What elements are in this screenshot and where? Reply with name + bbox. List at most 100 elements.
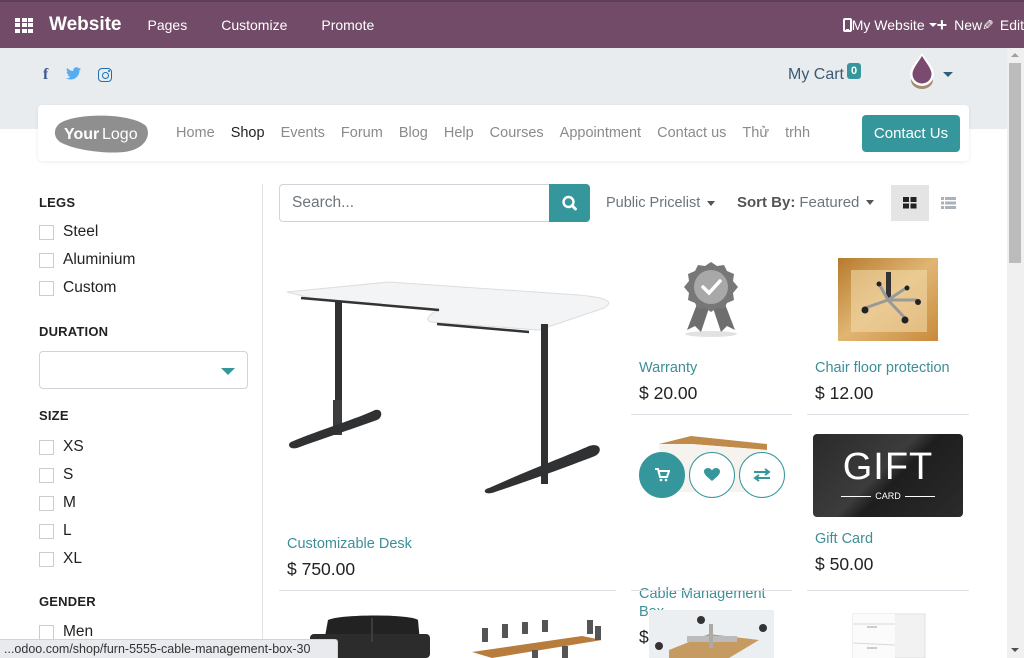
filter-size: SIZE XS S M L XL [39, 408, 84, 573]
site-logo[interactable]: Your Logo [54, 114, 150, 153]
filter-option-label: S [63, 466, 74, 483]
nav-link-forum[interactable]: Forum [341, 125, 383, 141]
nav-link-home[interactable]: Home [176, 125, 215, 141]
instagram-icon[interactable] [98, 68, 113, 82]
add-to-wishlist-button[interactable] [689, 452, 735, 498]
nav-link-courses[interactable]: Courses [490, 125, 544, 141]
product-card[interactable] [462, 618, 612, 658]
filter-option[interactable]: S [39, 461, 84, 489]
add-to-cart-button[interactable] [639, 452, 685, 498]
search-button[interactable] [549, 184, 590, 222]
product-name[interactable]: Gift Card [815, 530, 963, 548]
nav-link-appointment[interactable]: Appointment [560, 125, 641, 141]
nav-link-trhh[interactable]: trhh [785, 125, 810, 141]
sort-dropdown[interactable]: Sort By: Featured [737, 194, 875, 211]
scroll-thumb[interactable] [1009, 63, 1021, 263]
my-cart-link[interactable]: My Cart 0 [788, 63, 862, 84]
contact-us-button[interactable]: Contact Us [862, 115, 960, 152]
compare-arrows-icon [753, 468, 771, 482]
checkbox[interactable] [39, 252, 54, 268]
product-card[interactable]: GIFT CARD Gift Card $ 50.00 [813, 434, 963, 575]
apps-grid-icon[interactable] [15, 15, 35, 35]
filter-title: SIZE [39, 408, 69, 423]
product-card[interactable]: Warranty $ 20.00 [631, 258, 791, 404]
product-image[interactable] [462, 618, 612, 658]
filter-option[interactable]: XS [39, 433, 84, 461]
product-card[interactable] [649, 610, 774, 658]
twitter-icon[interactable] [66, 67, 82, 83]
scroll-up-arrow-icon[interactable] [1011, 53, 1019, 57]
filter-option[interactable]: M [39, 489, 84, 517]
pricelist-dropdown[interactable]: Public Pricelist [606, 195, 716, 211]
logo-text-bold: Your [64, 126, 99, 143]
app-title[interactable]: Website [49, 14, 122, 36]
grid-view-icon [903, 197, 917, 209]
chevron-down-icon [707, 200, 716, 206]
product-image[interactable] [631, 258, 791, 340]
nav-links: Home Shop Events Forum Blog Help Courses Appoin… [176, 125, 826, 141]
new-button[interactable]: + New [937, 16, 983, 34]
checkbox[interactable] [39, 439, 54, 455]
menu-pages[interactable]: Pages [148, 17, 188, 33]
filter-legs: LEGS Steel Aluminium Custom [39, 195, 135, 302]
edit-button[interactable]: ✎ Edit [982, 17, 1024, 34]
menu-promote[interactable]: Promote [321, 17, 374, 33]
checkbox[interactable] [39, 224, 54, 240]
filter-option-label: XS [63, 438, 84, 455]
product-name[interactable]: Warranty [639, 359, 791, 377]
product-card[interactable] [849, 612, 927, 658]
checkbox[interactable] [39, 523, 54, 539]
user-avatar[interactable] [906, 52, 938, 90]
website-selector[interactable]: My Website [852, 17, 937, 33]
filter-option-label: M [63, 494, 76, 511]
compare-button[interactable] [739, 452, 785, 498]
nav-link-contact-us[interactable]: Contact us [657, 125, 726, 141]
product-card[interactable]: Chair floor protection $ 12.00 [807, 258, 967, 404]
duration-select[interactable] [39, 351, 248, 389]
product-price: $ 50.00 [815, 554, 874, 574]
filter-option[interactable]: XL [39, 545, 84, 573]
nav-link-events[interactable]: Events [281, 125, 325, 141]
product-image[interactable] [279, 250, 619, 510]
pencil-icon: ✎ [982, 16, 994, 33]
checkbox[interactable] [39, 467, 54, 483]
checkbox[interactable] [39, 280, 54, 296]
chevron-down-icon[interactable] [943, 72, 953, 77]
filter-option[interactable]: L [39, 517, 84, 545]
checkbox[interactable] [39, 551, 54, 567]
filter-option[interactable]: Steel [39, 218, 135, 246]
menu-customize[interactable]: Customize [221, 17, 287, 33]
product-image[interactable] [849, 612, 927, 658]
mobile-phone-icon[interactable] [842, 18, 852, 32]
search-input[interactable]: Search... [279, 184, 550, 222]
product-price: $ 12.00 [815, 383, 874, 403]
nav-link-thử[interactable]: Thử [742, 125, 769, 141]
filter-option-label: Aluminium [63, 251, 136, 268]
social-links: f [43, 66, 113, 84]
checkbox[interactable] [39, 495, 54, 511]
chevron-down-icon [928, 23, 937, 27]
nav-link-help[interactable]: Help [444, 125, 474, 141]
product-image[interactable] [649, 610, 774, 658]
page-scrollbar[interactable] [1007, 48, 1024, 658]
facebook-icon[interactable]: f [43, 66, 48, 84]
cart-label: My Cart [788, 66, 844, 83]
nav-link-shop[interactable]: Shop [231, 125, 265, 141]
filter-option[interactable]: Custom [39, 274, 135, 302]
checkbox[interactable] [39, 624, 54, 640]
product-name[interactable]: Customizable Desk [287, 535, 619, 553]
sort-value: Featured [799, 194, 860, 211]
product-divider [807, 414, 969, 415]
product-name[interactable]: Chair floor protection [815, 359, 967, 377]
nav-link-blog[interactable]: Blog [399, 125, 428, 141]
filter-option[interactable]: Aluminium [39, 246, 135, 274]
product-card[interactable]: Customizable Desk $ 750.00 [279, 250, 619, 580]
list-view-button[interactable] [930, 185, 968, 221]
cart-count-badge: 0 [847, 63, 862, 79]
filter-title: GENDER [39, 594, 96, 609]
product-image[interactable]: GIFT CARD [813, 434, 963, 517]
grid-view-button[interactable] [891, 185, 929, 221]
scroll-down-arrow-icon[interactable] [1011, 648, 1019, 652]
heart-icon [704, 468, 720, 481]
product-image[interactable] [807, 258, 967, 342]
